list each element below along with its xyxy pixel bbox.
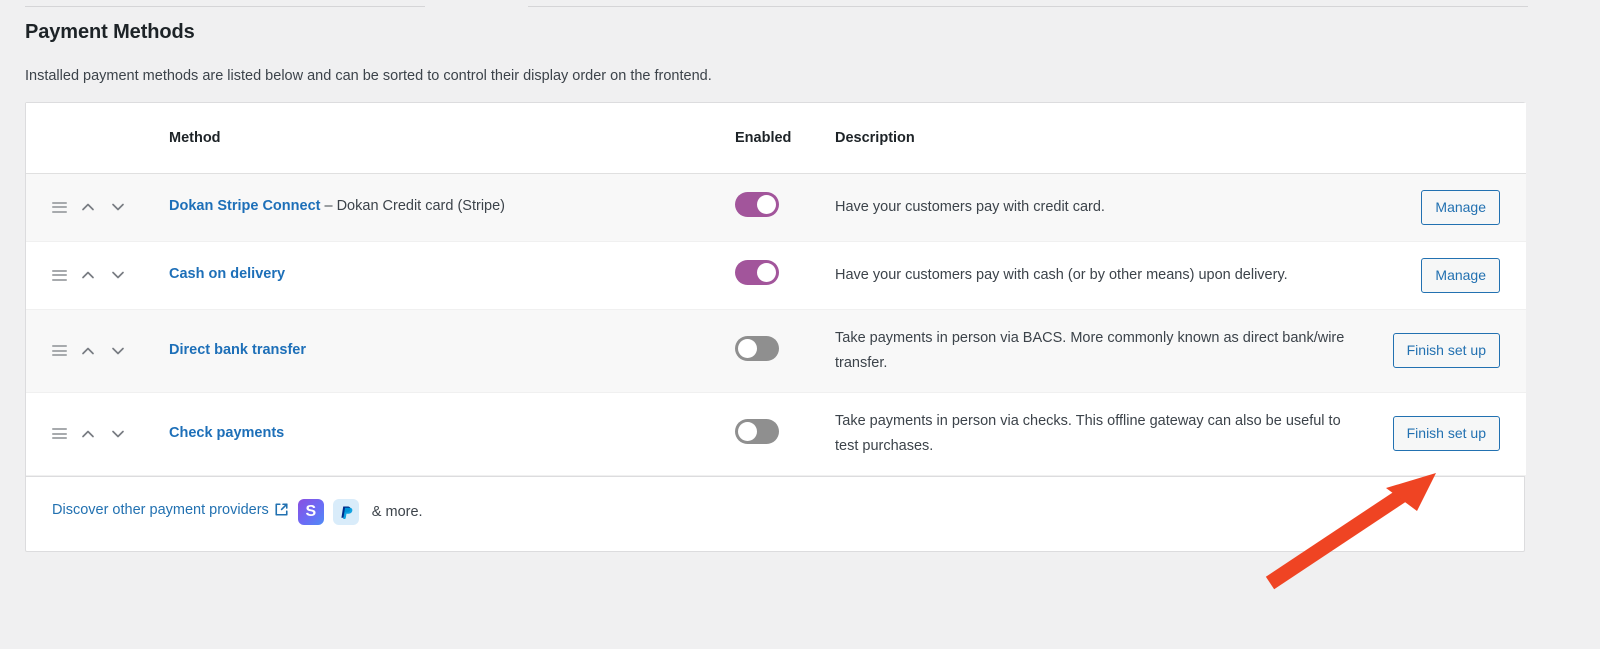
move-down-icon[interactable] [109,198,127,216]
enabled-cell [735,309,835,392]
card-footer: Discover other payment providers S & mor… [26,475,1524,551]
table-row: Dokan Stripe Connect – Dokan Credit card… [26,173,1526,242]
more-text: & more. [371,503,423,520]
discover-providers-link[interactable]: Discover other payment providers [52,502,269,518]
stripe-icon[interactable]: S [297,498,324,525]
toggle-knob [738,421,757,441]
sort-controls-cell [26,241,169,309]
action-cell: Finish set up [1385,392,1526,475]
method-link[interactable]: Dokan Stripe Connect [169,198,320,214]
enable-toggle[interactable] [735,418,779,444]
sort-controls-cell [26,173,169,241]
table-row: Check payments Take payments in person v… [26,392,1526,476]
method-cell: Dokan Stripe Connect – Dokan Credit card… [169,173,735,241]
move-down-icon[interactable] [109,266,127,284]
method-cell: Cash on delivery [169,241,735,309]
sort-controls-cell [26,309,169,392]
column-header-sort [26,103,169,174]
external-link-icon[interactable] [274,502,289,521]
table-row: Direct bank transfer Take payments in pe… [26,309,1526,393]
description-text: Have your customers pay with cash (or by… [835,266,1288,283]
action-cell: Manage [1385,173,1526,241]
column-header-action [1385,103,1526,174]
toggle-knob [757,263,776,283]
finish-set-up-button[interactable]: Finish set up [1392,333,1500,369]
column-header-method: Method [169,103,735,174]
action-cell: Finish set up [1385,309,1526,392]
table-body: Dokan Stripe Connect – Dokan Credit card… [26,173,1526,476]
column-header-enabled: Enabled [735,103,835,174]
enable-toggle[interactable] [735,260,779,286]
page-subtitle: Installed payment methods are listed bel… [25,68,712,84]
enable-toggle[interactable] [735,335,779,361]
table-header: Method Enabled Description [26,103,1526,174]
stripe-icon-glyph: S [305,502,317,520]
description-cell: Take payments in person via checks. This… [835,392,1385,475]
move-up-icon[interactable] [79,266,97,284]
table-header-row: Method Enabled Description [26,103,1526,174]
description-text: Take payments in person via checks. This… [835,412,1341,454]
enabled-cell [735,241,835,309]
toggle-knob [738,338,757,358]
sort-controls-cell [26,392,169,475]
description-text: Take payments in person via BACS. More c… [835,329,1345,371]
description-text: Have your customers pay with credit card… [835,198,1105,215]
page-title: Payment Methods [25,21,195,43]
enabled-cell [735,392,835,475]
finish-set-up-button[interactable]: Finish set up [1392,416,1500,452]
payment-methods-screen: Payment Methods Installed payment method… [0,0,1600,649]
move-down-icon[interactable] [109,342,127,360]
move-down-icon[interactable] [109,425,127,443]
column-header-description: Description [835,103,1385,174]
payment-methods-table: Method Enabled Description Dokan Stripe … [26,103,1526,476]
enable-toggle[interactable] [735,192,779,218]
enabled-cell [735,173,835,241]
drag-handle-icon[interactable] [52,269,67,281]
action-cell: Manage [1385,241,1526,309]
move-up-icon[interactable] [79,342,97,360]
paypal-icon[interactable] [332,498,359,525]
description-cell: Have your customers pay with cash (or by… [835,241,1385,309]
method-link[interactable]: Check payments [169,425,284,441]
method-link[interactable]: Cash on delivery [169,266,285,282]
description-cell: Take payments in person via BACS. More c… [835,309,1385,392]
method-cell: Check payments [169,392,735,475]
discover-providers-wrap: Discover other payment providers [52,502,289,521]
method-suffix: – Dokan Credit card (Stripe) [320,198,506,215]
move-up-icon[interactable] [79,198,97,216]
manage-button[interactable]: Manage [1421,257,1500,293]
payment-methods-card: Method Enabled Description Dokan Stripe … [25,102,1526,552]
card-edge-above-right [528,6,1528,7]
description-cell: Have your customers pay with credit card… [835,173,1385,241]
toggle-knob [757,195,776,215]
move-up-icon[interactable] [79,425,97,443]
method-link[interactable]: Direct bank transfer [169,342,306,358]
card-edge-above-left [25,6,425,7]
drag-handle-icon[interactable] [52,428,67,440]
drag-handle-icon[interactable] [52,201,67,213]
manage-button[interactable]: Manage [1421,189,1500,225]
drag-handle-icon[interactable] [52,345,67,357]
table-row: Cash on delivery Have your customers pay… [26,241,1526,310]
method-cell: Direct bank transfer [169,309,735,392]
